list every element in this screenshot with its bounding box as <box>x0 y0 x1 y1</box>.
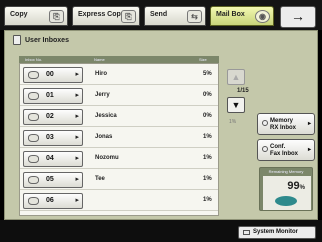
inbox-button[interactable]: 02 ▸ <box>23 109 83 125</box>
conf-fax-label: Conf. Fax Inbox <box>270 144 298 158</box>
express-copy-icon: ⎘ <box>121 10 136 23</box>
mailbox-icon <box>28 113 39 121</box>
memory-box: 99% <box>263 176 311 210</box>
memory-icon <box>262 120 268 126</box>
mailbox-icon <box>28 92 39 100</box>
bottom-bar: System Monitor <box>0 220 322 242</box>
inbox-size: 1% <box>203 134 212 140</box>
inbox-button[interactable]: 03 ▸ <box>23 130 83 146</box>
inbox-name: Hiro <box>95 71 107 77</box>
arrow-right-icon: ▸ <box>75 113 79 120</box>
inbox-list: Inbox No. Name Size 00 ▸ Hiro 5% 01 ▸ Je… <box>19 56 219 216</box>
arrow-right-icon: ▸ <box>75 197 79 204</box>
inbox-name: Jessica <box>95 113 117 119</box>
inbox-number: 00 <box>46 71 54 78</box>
scroll-mark: 1% <box>229 119 237 125</box>
arrow-right-icon: ▸ <box>75 176 79 183</box>
mailbox-icon <box>28 155 39 163</box>
inbox-name: Tee <box>95 176 105 182</box>
inbox-button[interactable]: 06 ▸ <box>23 193 83 209</box>
inbox-size: 1% <box>203 197 212 203</box>
header-name: Name <box>94 57 105 62</box>
inbox-row: 05 ▸ Tee 1% <box>20 170 218 190</box>
mailbox-icon <box>28 134 39 142</box>
page-indicator: 1/15 <box>237 88 249 94</box>
system-monitor-label: System Monitor <box>253 229 299 235</box>
arrow-right-icon: ▸ <box>307 121 311 127</box>
tab-send-label: Send <box>150 11 168 18</box>
arrow-right-icon: ▸ <box>75 92 79 99</box>
tab-mail-box[interactable]: Mail Box ◉ <box>210 6 274 26</box>
inbox-row: 04 ▸ Nozomu 1% <box>20 149 218 169</box>
inbox-button[interactable]: 04 ▸ <box>23 151 83 167</box>
memory-rx-label: Memory RX Inbox <box>270 118 296 132</box>
inbox-button[interactable]: 05 ▸ <box>23 172 83 188</box>
scroll-up-button[interactable]: ▲ <box>227 69 245 85</box>
inbox-number: 02 <box>46 113 54 120</box>
next-tab-button[interactable]: → <box>280 6 316 28</box>
main-panel: User Inboxes Inbox No. Name Size 00 ▸ Hi… <box>4 30 318 220</box>
send-icon: ⇆ <box>187 10 202 23</box>
top-tab-bar: Copy ⎘ Express Copy ⎘ Send ⇆ Mail Box ◉ … <box>0 0 322 30</box>
arrow-right-icon: ▸ <box>75 71 79 78</box>
inbox-number: 05 <box>46 176 54 183</box>
system-monitor-button[interactable]: System Monitor <box>238 226 316 239</box>
inbox-button[interactable]: 01 ▸ <box>23 88 83 104</box>
conf-fax-line1: Conf. <box>270 144 286 150</box>
memory-value: 99% <box>287 180 305 192</box>
monitor-icon <box>243 230 250 235</box>
memory-rx-inbox-button[interactable]: Memory RX Inbox ▸ <box>257 113 315 135</box>
memory-label: Remaining Memory <box>268 169 304 174</box>
page-title-text: User Inboxes <box>25 37 69 44</box>
scroll-down-button[interactable]: ▼ <box>227 97 245 113</box>
inbox-icon <box>13 35 21 45</box>
inbox-name: Nozomu <box>95 155 119 161</box>
inbox-row: 06 ▸ 1% <box>20 191 218 211</box>
arrow-right-icon: ▸ <box>307 147 311 153</box>
inbox-size: 1% <box>203 155 212 161</box>
tab-copy[interactable]: Copy ⎘ <box>4 6 68 26</box>
mailbox-icon <box>28 71 39 79</box>
fax-icon <box>262 146 268 152</box>
mailbox-icon <box>28 197 39 205</box>
memory-rx-line2: RX Inbox <box>270 125 297 131</box>
inbox-number: 01 <box>46 92 54 99</box>
page-title: User Inboxes <box>13 35 69 47</box>
inbox-row: 02 ▸ Jessica 0% <box>20 107 218 127</box>
mailbox-icon <box>28 176 39 184</box>
inbox-size: 1% <box>203 176 212 182</box>
remaining-memory-indicator: Remaining Memory 99% <box>259 167 313 211</box>
memory-cylinder-icon <box>275 196 297 206</box>
conf-fax-inbox-button[interactable]: Conf. Fax Inbox ▸ <box>257 139 315 161</box>
inbox-name: Jerry <box>95 92 110 98</box>
tab-express-copy-label: Express Copy <box>78 11 125 18</box>
inbox-number: 06 <box>46 197 54 204</box>
inbox-size: 0% <box>203 92 212 98</box>
memory-rx-line1: Memory <box>270 118 294 124</box>
inbox-row: 03 ▸ Jonas 1% <box>20 128 218 148</box>
list-body: 00 ▸ Hiro 5% 01 ▸ Jerry 0% 02 ▸ Jessica … <box>19 63 219 216</box>
inbox-number: 04 <box>46 155 54 162</box>
inbox-row: 01 ▸ Jerry 0% <box>20 86 218 106</box>
inbox-row: 00 ▸ Hiro 5% <box>20 65 218 85</box>
mail-box-icon: ◉ <box>255 10 270 23</box>
memory-number: 99 <box>287 180 300 192</box>
inbox-name: Jonas <box>95 134 113 140</box>
inbox-size: 5% <box>203 71 212 77</box>
list-header: Inbox No. Name Size <box>19 56 219 63</box>
memory-unit: % <box>299 185 305 191</box>
conf-fax-line2: Fax Inbox <box>270 151 299 157</box>
arrow-right-icon: ▸ <box>75 134 79 141</box>
tab-express-copy[interactable]: Express Copy ⎘ <box>72 6 140 26</box>
tab-send[interactable]: Send ⇆ <box>144 6 206 26</box>
tab-copy-label: Copy <box>10 11 28 18</box>
copy-icon: ⎘ <box>49 10 64 23</box>
tab-mail-box-label: Mail Box <box>216 11 245 18</box>
arrow-right-icon: ▸ <box>75 155 79 162</box>
inbox-button[interactable]: 00 ▸ <box>23 67 83 83</box>
header-inbox-no: Inbox No. <box>25 57 43 62</box>
inbox-number: 03 <box>46 134 54 141</box>
inbox-size: 0% <box>203 113 212 119</box>
header-size: Size <box>199 57 207 62</box>
